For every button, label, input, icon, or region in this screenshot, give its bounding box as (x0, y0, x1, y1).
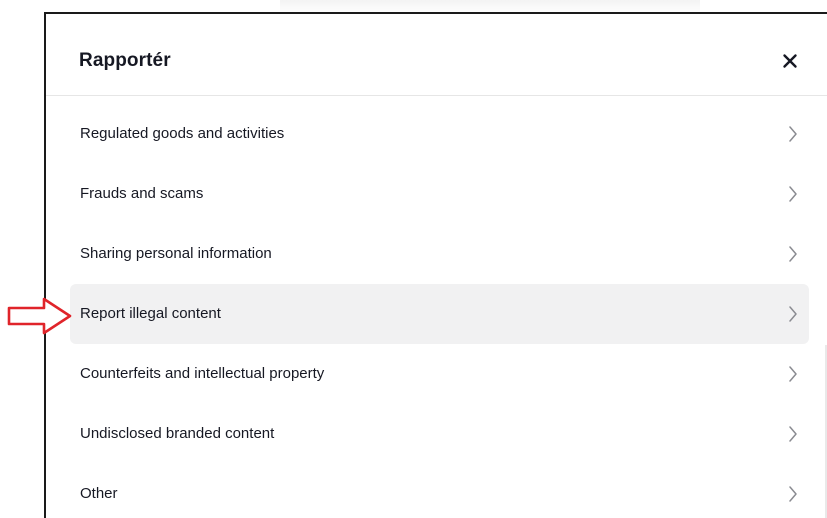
menu-item-label: Other (80, 485, 118, 502)
report-reason-list: Regulated goods and activities Frauds an… (70, 104, 809, 518)
menu-item-label: Sharing personal information (80, 245, 272, 262)
close-icon (783, 54, 797, 68)
chevron-right-icon (787, 365, 799, 383)
menu-item-label: Frauds and scams (80, 185, 204, 202)
chevron-right-icon (787, 425, 799, 443)
menu-item-label: Undisclosed branded content (80, 425, 275, 442)
chevron-right-icon (787, 125, 799, 143)
menu-item-personal-information[interactable]: Sharing personal information (70, 224, 809, 284)
dialog-title: Rapportér (79, 50, 171, 71)
menu-item-label: Regulated goods and activities (80, 125, 285, 142)
arrow-right-icon (6, 296, 76, 336)
chevron-right-icon (787, 305, 799, 323)
menu-item-other[interactable]: Other (70, 464, 809, 518)
menu-item-frauds-scams[interactable]: Frauds and scams (70, 164, 809, 224)
menu-item-label: Report illegal content (80, 305, 221, 322)
menu-item-counterfeits[interactable]: Counterfeits and intellectual property (70, 344, 809, 404)
chevron-right-icon (787, 245, 799, 263)
chevron-right-icon (787, 485, 799, 503)
dialog-header: Rapportér (46, 14, 827, 96)
menu-item-illegal-content[interactable]: Report illegal content (70, 284, 809, 344)
screen: Rapportér Regulated goods and activities… (0, 0, 827, 518)
menu-item-label: Counterfeits and intellectual property (80, 365, 325, 382)
close-button[interactable] (778, 49, 802, 73)
report-dialog: Rapportér Regulated goods and activities… (44, 12, 827, 518)
menu-item-regulated-goods[interactable]: Regulated goods and activities (70, 104, 809, 164)
chevron-right-icon (787, 185, 799, 203)
menu-item-branded-content[interactable]: Undisclosed branded content (70, 404, 809, 464)
